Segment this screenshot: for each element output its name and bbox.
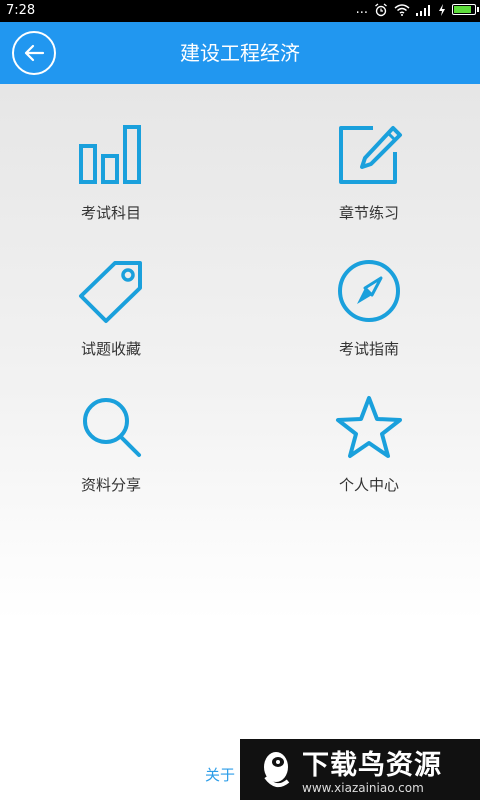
bar-chart-icon: [71, 120, 151, 190]
tag-icon: [71, 256, 151, 326]
status-icons: ...: [355, 2, 479, 17]
about-link[interactable]: 关于: [205, 764, 235, 785]
status-time: 7:28: [6, 3, 36, 18]
menu-item-label: 考试科目: [80, 204, 141, 222]
app-header: 建设工程经济: [0, 22, 480, 84]
charging-icon: [439, 3, 445, 16]
edit-pencil-icon: [329, 120, 409, 190]
compass-icon: [329, 256, 409, 326]
menu-item-resource-sharing[interactable]: 资料分享: [31, 392, 191, 512]
menu-item-label: 资料分享: [80, 476, 141, 494]
search-icon: [71, 392, 151, 462]
watermark-banner: 下载鸟资源 www.xiazainiao.com: [240, 739, 480, 800]
menu-item-favorites[interactable]: 试题收藏: [31, 256, 191, 376]
status-bar: 7:28 ...: [0, 0, 480, 22]
menu-item-exam-guide[interactable]: 考试指南: [289, 256, 449, 376]
alarm-icon: [375, 2, 387, 16]
bird-logo-icon: [264, 752, 290, 788]
menu-item-exam-subjects[interactable]: 考试科目: [31, 120, 191, 240]
menu-item-label: 试题收藏: [80, 340, 141, 358]
menu-item-personal-center[interactable]: 个人中心: [289, 392, 449, 512]
star-icon: [329, 392, 409, 462]
menu-item-label: 考试指南: [338, 340, 399, 358]
watermark-brand: 下载鸟资源: [302, 750, 442, 781]
page-title: 建设工程经济: [180, 41, 300, 65]
status-dots: ...: [355, 2, 368, 17]
menu-item-label: 章节练习: [338, 204, 399, 222]
signal-icon: [416, 4, 430, 16]
watermark-url: www.xiazainiao.com: [302, 781, 424, 795]
menu-item-chapter-practice[interactable]: 章节练习: [289, 120, 449, 240]
menu-item-label: 个人中心: [338, 476, 399, 494]
wifi-icon: [394, 3, 410, 16]
battery-icon: [452, 4, 479, 15]
main-content: 考试科目 章节练习 试题收藏 考试指南 资料分享 个人中心 关于: [0, 84, 480, 800]
